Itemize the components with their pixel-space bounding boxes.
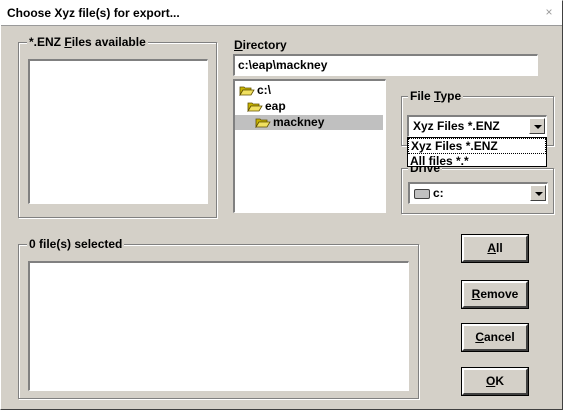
tree-item-mackney[interactable]: mackney (235, 115, 383, 130)
all-button[interactable]: All (461, 234, 529, 263)
files-available-label: *.ENZ Files available (27, 35, 148, 49)
ok-button[interactable]: OK (461, 367, 529, 396)
directory-path-field[interactable]: c:\eap\mackney (233, 54, 538, 76)
folder-open-icon (239, 85, 255, 96)
files-available-group: *.ENZ Files available (18, 35, 217, 218)
selected-files-group: 0 file(s) selected (18, 237, 419, 399)
folder-open-icon (247, 101, 263, 112)
remove-button[interactable]: Remove (461, 280, 529, 309)
drive-group: Drive c: (401, 161, 554, 214)
file-type-option[interactable]: Xyz Files *.ENZ (408, 138, 546, 154)
folder-open-icon (255, 117, 271, 128)
file-type-label: File Type (408, 89, 464, 103)
window-title: Choose Xyz file(s) for export... (7, 6, 180, 20)
file-type-option[interactable]: All files *.* (408, 154, 546, 168)
selected-files-label: 0 file(s) selected (27, 237, 125, 251)
file-type-options: Xyz Files *.ENZ All files *.* (407, 137, 547, 168)
cancel-button[interactable]: Cancel (461, 323, 529, 352)
files-available-list[interactable] (28, 59, 208, 204)
directory-label: Directory (234, 38, 287, 52)
chevron-down-icon[interactable] (529, 118, 545, 134)
drive-icon (414, 188, 430, 199)
file-type-select[interactable]: Xyz Files *.ENZ (407, 115, 547, 137)
selected-files-list[interactable] (28, 261, 409, 391)
title-bar[interactable]: Choose Xyz file(s) for export... × (1, 1, 562, 26)
drive-select[interactable]: c: (408, 182, 548, 204)
close-icon[interactable]: × (542, 6, 556, 19)
chevron-down-icon[interactable] (530, 185, 546, 201)
tree-item-eap[interactable]: eap (247, 99, 286, 114)
export-dialog: Choose Xyz file(s) for export... × *.ENZ… (0, 0, 563, 410)
directory-tree[interactable]: c:\ eap mackney (233, 79, 386, 213)
tree-item-root[interactable]: c:\ (239, 83, 271, 98)
